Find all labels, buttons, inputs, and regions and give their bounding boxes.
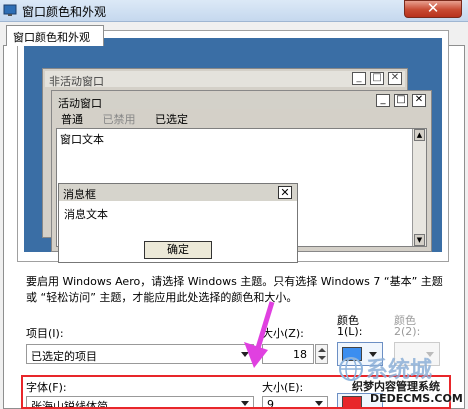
tab-window-color[interactable]: 窗口颜色和外观 [6, 25, 104, 46]
item-select[interactable]: 已选定的项目 [26, 344, 254, 364]
close-icon: ✕ [388, 72, 402, 85]
chevron-down-icon [318, 356, 326, 360]
vertical-scrollbar[interactable]: ▲ ▼ [412, 129, 426, 246]
title-bar: 窗口颜色和外观 ✕ [0, 0, 468, 22]
window-text-label: 窗口文本 [60, 133, 104, 146]
message-box-titlebar[interactable]: 消息框 ✕ [59, 184, 297, 201]
scroll-up-arrow-icon[interactable]: ▲ [414, 129, 425, 141]
menu-bar-preview: 普通 已禁用 已选定 [55, 111, 428, 126]
inactive-window-title: 非活动窗口 [49, 75, 104, 88]
help-text: 要启用 Windows Aero，请选择 Windows 主题。只有选择 Win… [26, 275, 443, 304]
message-box-text: 消息文本 [64, 208, 108, 221]
maximize-icon: □ [370, 72, 384, 85]
minimize-icon: _ [352, 72, 366, 85]
color2-label-bottom: 2(2): [394, 325, 421, 338]
menu-item-selected[interactable]: 已选定 [155, 113, 188, 126]
message-box-title: 消息框 [63, 188, 96, 201]
active-window-titlebar[interactable]: 活动窗口 _ □ ✕ [54, 93, 429, 110]
message-box-preview[interactable]: 消息框 ✕ 消息文本 确定 [58, 183, 298, 263]
active-window-title: 活动窗口 [58, 97, 102, 110]
item-size-value: 18 [293, 348, 307, 361]
chevron-up-icon [318, 348, 326, 352]
item-label: 项目(I): [26, 327, 64, 340]
watermark-site-en: DEDECMS.COM [370, 392, 463, 405]
color1-label-bottom: 1(L): [337, 325, 363, 338]
close-button[interactable]: ✕ [404, 0, 462, 18]
menu-item-normal[interactable]: 普通 [61, 113, 83, 126]
item-size-stepper[interactable] [315, 344, 328, 364]
annotation-arrow-icon [244, 301, 275, 368]
display-settings-icon [3, 4, 17, 16]
item-select-value: 已选定的项目 [31, 350, 97, 363]
maximize-icon: □ [394, 94, 408, 107]
menu-item-disabled[interactable]: 已禁用 [103, 113, 136, 126]
close-icon: ✕ [278, 186, 292, 199]
scroll-down-arrow-icon[interactable]: ▼ [414, 234, 425, 246]
close-icon: ✕ [426, 0, 440, 17]
window-title: 窗口颜色和外观 [22, 5, 107, 19]
minimize-icon: _ [376, 94, 390, 107]
close-icon: ✕ [412, 94, 426, 107]
ok-button[interactable]: 确定 [144, 241, 212, 259]
inactive-window-titlebar[interactable]: 非活动窗口 _ □ ✕ [45, 71, 405, 88]
